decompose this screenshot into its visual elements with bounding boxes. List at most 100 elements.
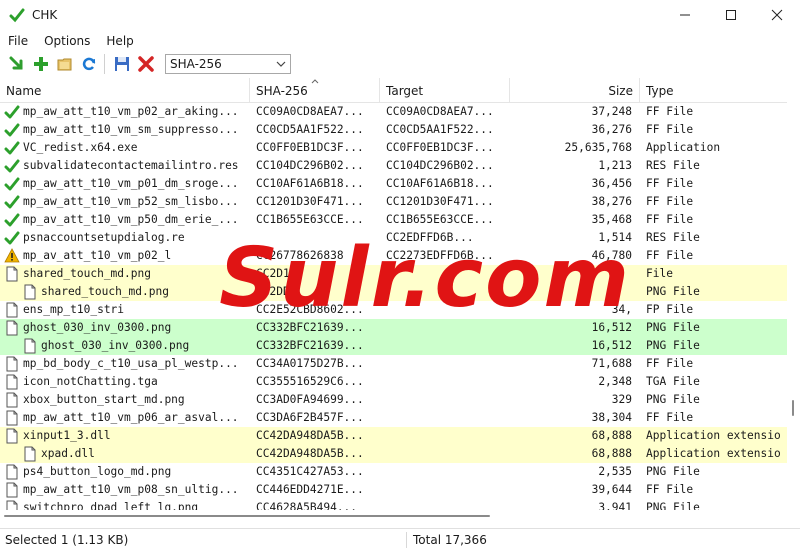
table-row[interactable]: mp_aw_att_t10_vm_p08_sn_ultig... CC446EDD… [0, 481, 787, 499]
table-row[interactable]: shared_touch_md.png CC2DD1 PNG File [0, 283, 787, 301]
file-icon [6, 428, 18, 444]
file-name: ps4_button_logo_md.png [23, 465, 172, 478]
table-row[interactable]: mp_aw_att_t10_vm_sm_suppresso... CC0CD5AA… [0, 121, 787, 139]
open-folder-button[interactable] [54, 53, 76, 75]
file-name: mp_av_att_t10_vm_p50_dm_erie_... [23, 213, 239, 226]
cell-sha: CC332BFC21639... [256, 321, 364, 334]
cell-target [386, 373, 510, 391]
table-row[interactable]: shared_touch_md.png CC2D16 File [0, 265, 787, 283]
file-name: mp_aw_att_t10_vm_sm_suppresso... [23, 123, 239, 136]
delete-button[interactable] [135, 53, 157, 75]
import-button[interactable] [6, 53, 28, 75]
file-name: mp_aw_att_t10_vm_p08_sn_ultig... [23, 483, 239, 496]
table-row[interactable]: xpad.dll CC42DA948DA5B... 68,888 Applicatio… [0, 445, 787, 463]
cell-size: 36,456 [591, 177, 632, 190]
table-row[interactable]: ens_mp_t10_stri CC2E52CBD8602... 34, FP Fil… [0, 301, 787, 319]
column-header-target[interactable]: Target [380, 78, 510, 102]
file-name: xinput1_3.dll [23, 429, 111, 442]
file-list[interactable]: Name SHA-256 Target Size Type mp_aw_att_… [0, 78, 787, 510]
save-button[interactable] [111, 53, 133, 75]
cell-name: ghost_030_inv_0300.png [0, 337, 250, 355]
file-icon [6, 266, 18, 282]
table-row[interactable]: switchpro_dpad_left_lg.png CC4628A5B494..… [0, 499, 787, 510]
table-row[interactable]: ps4_button_logo_md.png CC4351C427A53... 2,… [0, 463, 787, 481]
cell-type: FP File [646, 303, 694, 316]
cell-target: CC104DC296B02... [386, 159, 494, 172]
table-row[interactable]: mp_aw_att_t10_vm_p52_sm_lisbo... CC1201D3… [0, 193, 787, 211]
window-title: CHK [32, 8, 58, 22]
checkmark-icon [4, 177, 20, 191]
cell-target: CC1201D30F471... [386, 195, 494, 208]
table-row[interactable]: ghost_030_inv_0300.png CC332BFC21639... 16… [0, 319, 787, 337]
refresh-button[interactable] [78, 53, 100, 75]
table-row[interactable]: VC_redist.x64.exe CC0FF0EB1DC3F... CC0FF0E… [0, 139, 787, 157]
cell-name: switchpro_dpad_left_lg.png [0, 499, 250, 510]
cell-name: ps4_button_logo_md.png [0, 463, 250, 481]
cell-sha: CC2E52CBD8602... [256, 303, 364, 316]
minimize-button[interactable] [662, 0, 708, 30]
cell-type: FF File [646, 357, 694, 370]
cell-size: 2,348 [598, 375, 632, 388]
cell-name: shared_touch_md.png [0, 283, 250, 301]
cell-name: mp_aw_att_t10_vm_p06_ar_asval... [0, 409, 250, 427]
table-row[interactable]: mp_bd_body_c_t10_usa_pl_westp... CC34A017… [0, 355, 787, 373]
checkmark-icon [4, 141, 20, 155]
cell-size: 68,888 [591, 447, 632, 460]
table-row[interactable]: xinput1_3.dll CC42DA948DA5B... 68,888 Appli… [0, 427, 787, 445]
file-name: mp_aw_att_t10_vm_p52_sm_lisbo... [23, 195, 239, 208]
status-divider [406, 532, 407, 548]
cell-type: FF File [646, 213, 694, 226]
cell-type: RES File [646, 231, 700, 244]
vertical-scroll-thumb[interactable] [792, 400, 794, 416]
cell-sha: CC355516529C6... [256, 375, 364, 388]
maximize-button[interactable] [708, 0, 754, 30]
table-row[interactable]: subvalidatecontactemailintro.res CC104DC2… [0, 157, 787, 175]
table-row[interactable]: mp_av_att_t10_vm_p50_dm_erie_... CC1B655E… [0, 211, 787, 229]
column-header-sha[interactable]: SHA-256 [250, 78, 380, 102]
cell-target [386, 427, 510, 445]
checkmark-icon [4, 105, 20, 119]
table-row[interactable]: icon_notChatting.tga CC355516529C6... 2,34… [0, 373, 787, 391]
cell-type: Application extensio [646, 447, 781, 460]
status-total: Total 17,366 [413, 533, 487, 547]
add-button[interactable] [30, 53, 52, 75]
table-row[interactable]: xbox_button_start_md.png CC3AD0FA94699...… [0, 391, 787, 409]
cell-type: PNG File [646, 285, 700, 298]
table-row[interactable]: mp_aw_att_t10_vm_p01_dm_sroge... CC10AF61… [0, 175, 787, 193]
close-button[interactable] [754, 0, 800, 30]
cell-name: psnaccountsetupdialog.re [0, 229, 250, 247]
cell-sha: CC34A0175D27B... [256, 357, 364, 370]
column-header-size[interactable]: Size [510, 78, 640, 102]
cell-size: 35,468 [591, 213, 632, 226]
file-name: ens_mp_t10_stri [23, 303, 125, 316]
horizontal-scroll-thumb[interactable] [4, 515, 490, 517]
cell-sha: CC10AF61A6B18... [256, 177, 364, 190]
table-row[interactable]: psnaccountsetupdialog.re CC2EDFFD6B... 1,5… [0, 229, 787, 247]
cell-size: 38,276 [591, 195, 632, 208]
column-header-name[interactable]: Name [0, 78, 250, 102]
cell-size: 71,688 [591, 357, 632, 370]
cell-target [386, 283, 510, 301]
hash-algorithm-select[interactable]: SHA-256 [165, 54, 291, 74]
vertical-scrollbar[interactable] [787, 78, 800, 522]
horizontal-scrollbar[interactable] [0, 510, 787, 522]
cell-target [386, 265, 510, 283]
menu-options[interactable]: Options [36, 34, 98, 48]
cell-target [386, 409, 510, 427]
table-row[interactable]: ghost_030_inv_0300.png CC332BFC21639... 16… [0, 337, 787, 355]
minimize-icon [680, 14, 690, 16]
menu-file[interactable]: File [0, 34, 36, 48]
table-row[interactable]: mp_aw_att_t10_vm_p02_ar_aking... CC09A0CD… [0, 103, 787, 121]
cell-type: FF File [646, 123, 694, 136]
cell-sha: CC4628A5B494... [256, 501, 358, 510]
column-header-sha-label: SHA-256 [256, 84, 308, 98]
table-row[interactable]: mp_aw_att_t10_vm_p06_ar_asval... CC3DA6F2… [0, 409, 787, 427]
cell-name: xinput1_3.dll [0, 427, 250, 445]
list-header: Name SHA-256 Target Size Type [0, 78, 787, 103]
column-header-type[interactable]: Type [640, 78, 787, 102]
cell-size: 38,304 [591, 411, 632, 424]
file-name: shared_touch_md.png [41, 285, 169, 298]
file-icon [6, 500, 18, 510]
menu-help[interactable]: Help [98, 34, 141, 48]
table-row[interactable]: mp_av_att_t10_vm_p02_l CC26778626838 CC227… [0, 247, 787, 265]
